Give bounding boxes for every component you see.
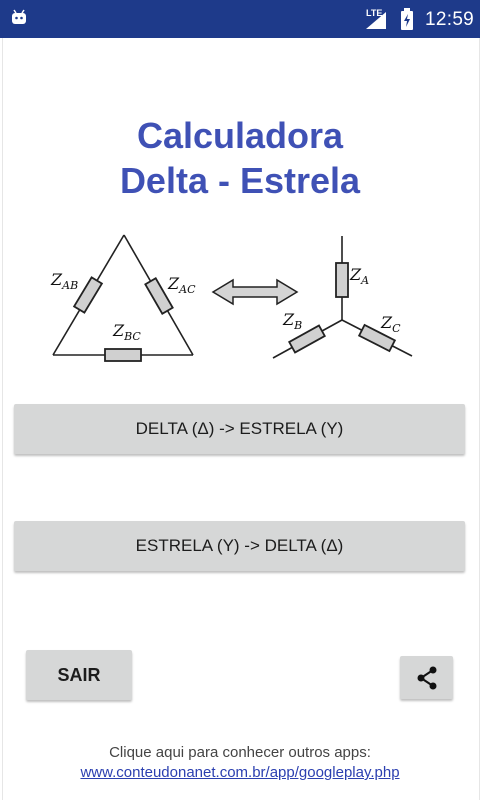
sair-button[interactable]: SAIR: [26, 650, 132, 700]
footer-link[interactable]: www.conteudonanet.com.br/app/googleplay.…: [0, 764, 480, 781]
label-z-a: ZA: [349, 265, 369, 287]
status-clock: 12:59: [425, 9, 475, 30]
share-button[interactable]: [400, 656, 453, 699]
resistor-bc-icon: [104, 348, 142, 362]
estrela-to-delta-button[interactable]: ESTRELA (Y) -> DELTA (Δ): [14, 521, 465, 571]
delta-star-diagram: ZAB ZAC ZBC ZA ZB ZC: [50, 234, 413, 362]
app-title-line2: Delta - Estrela: [119, 160, 361, 201]
status-bar: LTE 12:59: [0, 0, 480, 38]
resistor-a-icon: [335, 262, 349, 298]
label-z-c: ZC: [380, 313, 401, 335]
battery-icon: [401, 8, 413, 30]
signal-icon: [366, 12, 386, 29]
share-icon: [417, 666, 436, 689]
delta-to-estrela-label: DELTA (Δ) -> ESTRELA (Y): [135, 419, 344, 438]
label-z-b: ZB: [282, 310, 302, 332]
label-z-bc: ZBC: [112, 321, 141, 343]
label-z-ac: ZAC: [167, 274, 196, 296]
estrela-to-delta-label: ESTRELA (Y) -> DELTA (Δ): [135, 536, 344, 555]
footer-text: Clique aqui para conhecer outros apps:: [109, 744, 371, 761]
sair-label: SAIR: [57, 664, 101, 685]
label-z-ab: ZAB: [50, 270, 78, 292]
app-title-line1: Calculadora: [136, 115, 344, 156]
double-arrow-icon: [211, 278, 299, 306]
android-icon: [12, 9, 26, 24]
resistor-ab-icon: [72, 276, 104, 314]
delta-to-estrela-button[interactable]: DELTA (Δ) -> ESTRELA (Y): [14, 404, 465, 454]
